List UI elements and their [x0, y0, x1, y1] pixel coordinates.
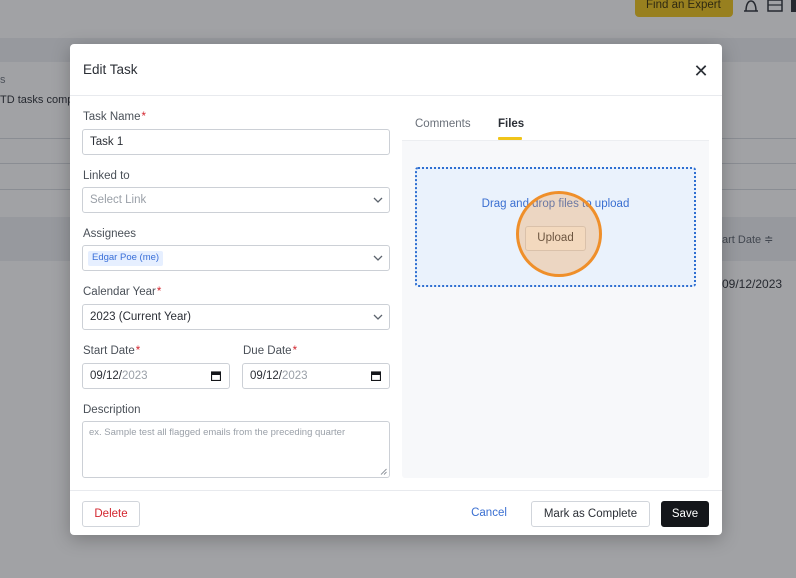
- calendar-icon[interactable]: [211, 371, 221, 381]
- chevron-down-icon: [373, 314, 383, 320]
- task-name-label: Task Name*: [83, 111, 147, 123]
- assignees-label: Assignees: [83, 228, 137, 240]
- description-placeholder: ex. Sample test all flagged emails from …: [89, 427, 346, 438]
- linked-to-select[interactable]: Select Link: [82, 187, 390, 213]
- start-date-year: 2023: [121, 370, 148, 382]
- due-date-label: Due Date*: [243, 345, 298, 357]
- modal-title: Edit Task: [83, 62, 138, 77]
- required-mark: *: [156, 286, 162, 298]
- resize-grip-icon[interactable]: [380, 468, 387, 475]
- calendar-year-select[interactable]: 2023 (Current Year): [82, 304, 390, 330]
- due-date-year: 2023: [281, 370, 308, 382]
- edit-task-modal: Edit Task ✕ Task Name* Task 1 Linked to …: [70, 44, 722, 535]
- linked-to-placeholder: Select Link: [90, 194, 147, 206]
- file-dropzone[interactable]: Drag and drop files to upload Upload: [415, 167, 696, 287]
- description-textarea[interactable]: ex. Sample test all flagged emails from …: [82, 421, 390, 478]
- due-date-input[interactable]: 09/12/2023: [242, 363, 390, 389]
- required-mark: *: [141, 111, 147, 123]
- start-date-input[interactable]: 09/12/2023: [82, 363, 230, 389]
- due-date-md: 09/12/: [250, 370, 282, 382]
- close-icon[interactable]: ✕: [691, 62, 711, 80]
- tab-files[interactable]: Files: [498, 118, 524, 130]
- description-label: Description: [83, 404, 141, 416]
- cancel-button[interactable]: Cancel: [464, 501, 514, 527]
- assignee-chip[interactable]: Edgar Poe (me): [88, 251, 164, 266]
- required-mark: *: [135, 345, 141, 357]
- panel-tabs: Comments Files: [402, 107, 709, 141]
- calendar-year-label: Calendar Year*: [83, 286, 162, 298]
- calendar-year-value: 2023 (Current Year): [90, 311, 192, 323]
- calendar-icon[interactable]: [371, 371, 381, 381]
- tab-comments[interactable]: Comments: [415, 118, 471, 130]
- active-tab-indicator: [498, 137, 522, 140]
- modal-footer: Delete Cancel Mark as Complete Save: [70, 490, 722, 535]
- upload-button[interactable]: Upload: [525, 226, 586, 251]
- required-mark: *: [292, 345, 298, 357]
- linked-to-label: Linked to: [83, 170, 130, 182]
- task-name-input[interactable]: Task 1: [82, 129, 390, 155]
- assignees-select[interactable]: Edgar Poe (me): [82, 245, 390, 271]
- delete-button[interactable]: Delete: [82, 501, 140, 527]
- save-button[interactable]: Save: [661, 501, 709, 527]
- modal-header: Edit Task ✕: [70, 44, 722, 96]
- chevron-down-icon: [373, 255, 383, 261]
- mark-complete-button[interactable]: Mark as Complete: [531, 501, 650, 527]
- chevron-down-icon: [373, 197, 383, 203]
- attachments-panel: Comments Files Drag and drop files to up…: [402, 107, 709, 478]
- start-date-md: 09/12/: [90, 370, 122, 382]
- dropzone-text: Drag and drop files to upload: [481, 198, 630, 210]
- start-date-label: Start Date*: [83, 345, 141, 357]
